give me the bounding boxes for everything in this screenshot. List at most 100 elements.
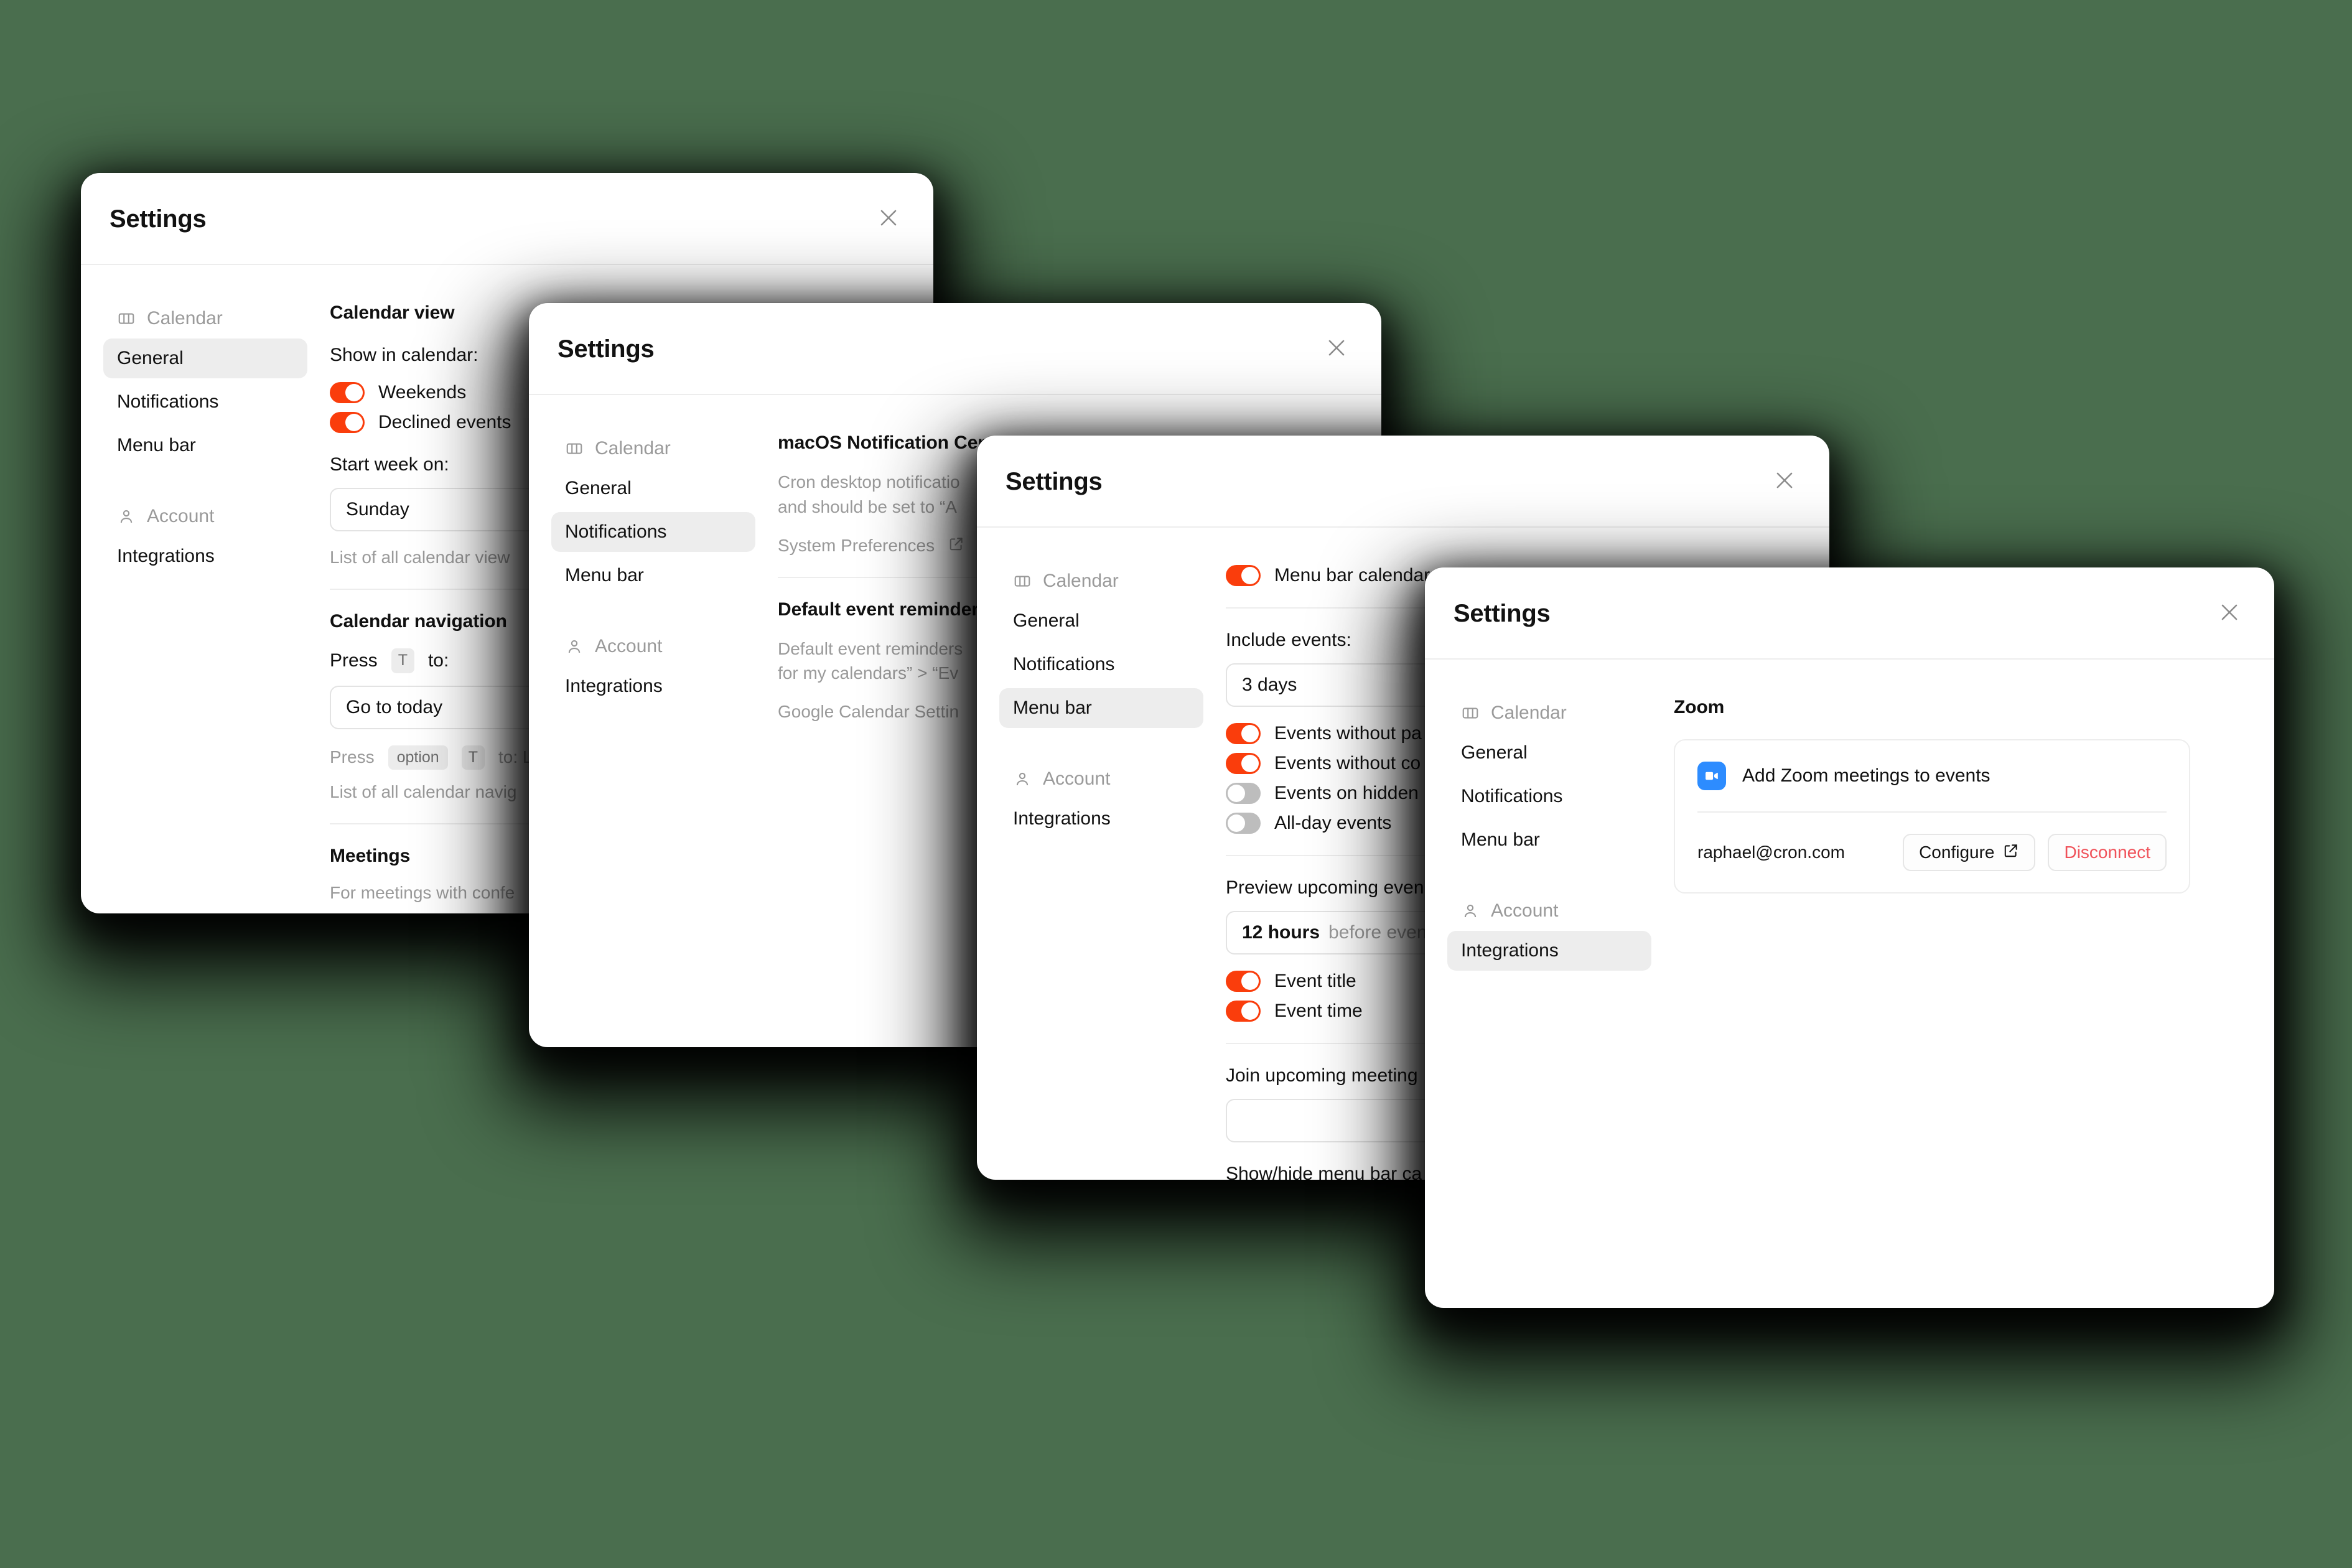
nav-group-label: Account [1491,900,1559,921]
desktop-background: Settings Calendar General Notifications … [0,0,2352,1568]
close-icon[interactable] [1319,330,1354,365]
sidebar-item-menu-bar[interactable]: Menu bar [999,688,1203,728]
sidebar-item-integrations[interactable]: Integrations [551,666,755,706]
nav-group-account: Account [551,630,755,663]
sidebar-item-label: Notifications [117,391,219,412]
nav-action-value: Go to today [346,696,443,717]
integration-actions: Configure Disconnect [1903,834,2167,871]
external-link-icon [948,536,964,555]
nav-group-label: Calendar [1491,702,1567,723]
sidebar-item-notifications[interactable]: Notifications [1447,777,1651,816]
toggle-event-time[interactable] [1226,1001,1261,1022]
toggle-label: Declined events [378,412,511,432]
sidebar-item-label: Integrations [1461,940,1559,961]
person-icon [565,637,584,656]
preview-suffix: before event [1328,922,1432,943]
integration-card-account-row: raphael@cron.com Configure Disconnect [1675,813,2189,892]
press-label: Press [330,650,378,671]
disconnect-button[interactable]: Disconnect [2048,834,2167,871]
columns-icon [565,439,584,458]
nav-group-label: Calendar [595,438,671,459]
sidebar-item-label: Notifications [1013,654,1115,674]
toggle-label: All-day events [1274,813,1392,833]
toggle-menu-bar-calendar[interactable] [1226,565,1261,586]
sidebar-item-label: Notifications [1461,786,1563,806]
system-preferences-label: System Preferences [778,535,935,555]
sidebar: Calendar General Notifications Menu bar … [529,395,778,722]
sidebar-item-label: General [117,348,184,368]
sidebar-item-label: Menu bar [1461,829,1540,850]
sidebar-item-label: General [565,478,632,498]
sidebar-item-label: Menu bar [117,435,196,455]
toggle-label: Events on hidden [1274,783,1419,803]
window-header: Settings [81,173,933,265]
sidebar-item-label: Integrations [565,676,663,696]
sidebar-item-label: General [1461,742,1528,763]
toggle-events-without-conference[interactable] [1226,753,1261,774]
toggle-events-on-hidden-calendars[interactable] [1226,783,1261,804]
nav-group-label: Account [147,506,215,526]
key-option: option [388,745,448,770]
start-week-value: Sunday [346,499,409,520]
integration-card-title-row: Add Zoom meetings to events [1675,740,2189,811]
sidebar-item-label: General [1013,610,1080,631]
sidebar-item-notifications[interactable]: Notifications [103,382,307,422]
toggle-events-without-participants[interactable] [1226,723,1261,744]
nav-group-label: Account [1043,768,1111,789]
integration-title: Add Zoom meetings to events [1742,765,1990,786]
sidebar-item-general[interactable]: General [551,469,755,508]
integration-card-zoom: Add Zoom meetings to events raphael@cron… [1674,739,2190,894]
disconnect-label: Disconnect [2064,842,2150,862]
person-icon [1461,902,1480,920]
toggle-declined-events[interactable] [330,412,365,433]
columns-icon [1461,704,1480,722]
section-heading-zoom: Zoom [1674,697,1725,717]
sidebar-item-label: Integrations [117,546,215,566]
close-icon[interactable] [871,200,906,235]
sidebar-item-menu-bar[interactable]: Menu bar [551,556,755,595]
window-header: Settings [1425,567,2274,660]
sidebar: Calendar General Notifications Menu bar … [1425,660,1674,971]
page-title: Settings [1454,600,1551,627]
page-title: Settings [110,205,207,233]
person-icon [117,507,136,526]
to-label: to: [427,650,449,671]
close-icon[interactable] [2212,595,2247,630]
toggle-event-title[interactable] [1226,971,1261,992]
sidebar-item-integrations[interactable]: Integrations [103,536,307,576]
sidebar-item-general[interactable]: General [999,601,1203,641]
toggle-all-day-events[interactable] [1226,813,1261,834]
nav-group-account: Account [103,500,307,533]
toggle-label: Events without co [1274,753,1421,773]
nav-group-calendar: Calendar [1447,697,1651,729]
preview-amount: 12 hours [1242,922,1320,943]
settings-window-integrations: Settings Calendar General Notifications … [1425,567,2274,1308]
window-body: Calendar General Notifications Menu bar … [1425,660,2274,971]
sidebar-item-label: Integrations [1013,808,1111,829]
configure-label: Configure [1919,842,1995,862]
columns-icon [117,309,136,328]
sidebar-item-notifications[interactable]: Notifications [551,512,755,552]
sidebar: Calendar General Notifications Menu bar … [977,528,1226,1180]
person-icon [1013,770,1032,788]
sidebar-item-general[interactable]: General [1447,733,1651,773]
press-label-2: Press [330,747,375,767]
sidebar-item-general[interactable]: General [103,338,307,378]
nav-group-account: Account [1447,895,1651,927]
sidebar-item-menu-bar[interactable]: Menu bar [103,426,307,465]
nav-group-calendar: Calendar [103,302,307,335]
account-email: raphael@cron.com [1697,842,1845,862]
sidebar-item-menu-bar[interactable]: Menu bar [1447,820,1651,860]
sidebar-item-integrations[interactable]: Integrations [1447,931,1651,971]
columns-icon [1013,572,1032,590]
configure-button[interactable]: Configure [1903,834,2036,871]
toggle-label: Event time [1274,1001,1363,1021]
close-icon[interactable] [1767,463,1802,498]
toggle-weekends[interactable] [330,382,365,403]
sidebar-item-notifications[interactable]: Notifications [999,645,1203,684]
include-events-value: 3 days [1242,674,1297,695]
sidebar-item-integrations[interactable]: Integrations [999,799,1203,839]
